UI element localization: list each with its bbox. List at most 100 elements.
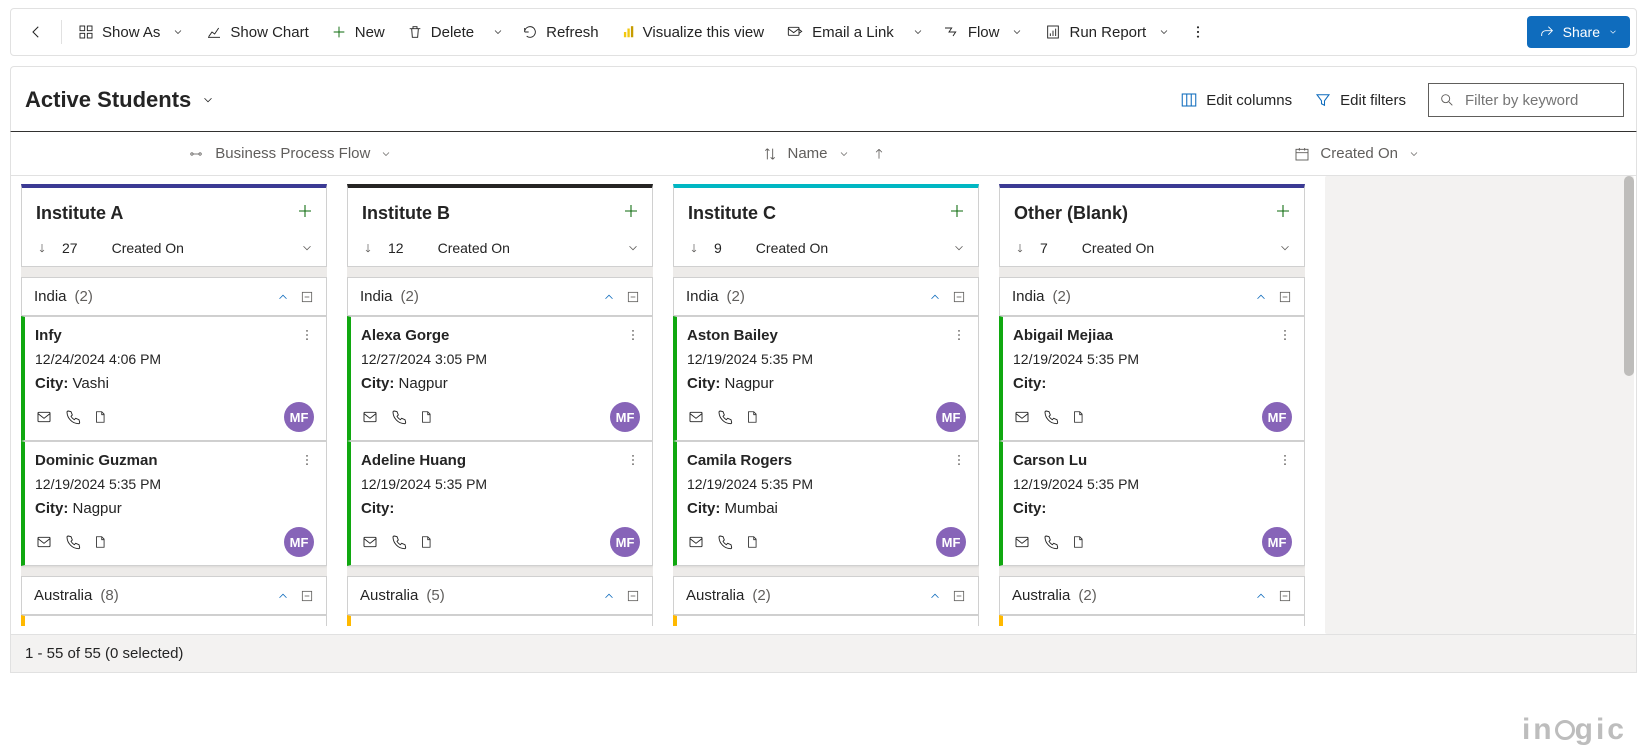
collapse-box-icon[interactable] — [626, 589, 640, 603]
chevron-up-icon[interactable] — [276, 589, 290, 603]
filter-input[interactable] — [1465, 92, 1613, 109]
createdon-column[interactable]: Created On — [1090, 145, 1624, 162]
collapse-box-icon[interactable] — [300, 290, 314, 304]
kanban-card[interactable]: Aston Bailey 12/19/2024 5:35 PM City: Na… — [673, 316, 979, 441]
group-header[interactable]: India (2) — [673, 277, 979, 316]
document-icon[interactable] — [745, 409, 759, 425]
edit-filters-button[interactable]: Edit filters — [1314, 91, 1406, 109]
collapse-box-icon[interactable] — [1278, 589, 1292, 603]
phone-icon[interactable] — [391, 409, 407, 425]
edit-columns-button[interactable]: Edit columns — [1180, 91, 1292, 109]
collapse-box-icon[interactable] — [1278, 290, 1292, 304]
card-more-button[interactable] — [626, 452, 640, 472]
card-more-button[interactable] — [1278, 327, 1292, 347]
kanban-card[interactable]: Dominic Guzman 12/19/2024 5:35 PM City: … — [21, 441, 327, 566]
mail-icon[interactable] — [361, 409, 379, 425]
back-button[interactable] — [17, 14, 55, 50]
kanban-card[interactable]: Alexa Gorge 12/27/2024 3:05 PM City: Nag… — [347, 316, 653, 441]
kanban-card[interactable]: Adeline Huang 12/19/2024 5:35 PM City: M… — [347, 441, 653, 566]
kanban-card[interactable]: Camila Rogers 12/19/2024 5:35 PM City: M… — [673, 441, 979, 566]
group-header[interactable]: India (2) — [21, 277, 327, 316]
owner-avatar[interactable]: MF — [610, 402, 640, 432]
kanban-card[interactable]: Camila Silvai — [999, 615, 1305, 626]
chevron-up-icon[interactable] — [602, 290, 616, 304]
phone-icon[interactable] — [1043, 409, 1059, 425]
lane-sort-field[interactable]: Created On — [1082, 240, 1154, 256]
group-header[interactable]: Australia (5) — [347, 576, 653, 615]
card-more-button[interactable] — [300, 452, 314, 472]
document-icon[interactable] — [1071, 409, 1085, 425]
email-link-split-button[interactable] — [906, 14, 930, 50]
collapse-box-icon[interactable] — [626, 290, 640, 304]
group-header[interactable]: Australia (2) — [673, 576, 979, 615]
mail-icon[interactable] — [687, 534, 705, 550]
mail-icon[interactable] — [361, 534, 379, 550]
show-as-button[interactable]: Show As — [68, 14, 194, 50]
phone-icon[interactable] — [717, 409, 733, 425]
card-more-button[interactable] — [952, 452, 966, 472]
chevron-down-icon[interactable] — [952, 241, 966, 255]
email-link-button[interactable]: Email a Link — [776, 14, 904, 50]
document-icon[interactable] — [93, 534, 107, 550]
owner-avatar[interactable]: MF — [1262, 527, 1292, 557]
owner-avatar[interactable]: MF — [1262, 402, 1292, 432]
more-commands-button[interactable] — [1182, 14, 1214, 50]
owner-avatar[interactable]: MF — [284, 527, 314, 557]
phone-icon[interactable] — [717, 534, 733, 550]
delete-split-button[interactable] — [486, 14, 510, 50]
mail-icon[interactable] — [35, 534, 53, 550]
flow-button[interactable]: Flow — [932, 14, 1034, 50]
document-icon[interactable] — [419, 409, 433, 425]
add-card-button[interactable] — [296, 200, 314, 226]
phone-icon[interactable] — [65, 534, 81, 550]
lane-sort-field[interactable]: Created On — [112, 240, 184, 256]
mail-icon[interactable] — [35, 409, 53, 425]
group-header[interactable]: India (2) — [999, 277, 1305, 316]
card-more-button[interactable] — [1278, 452, 1292, 472]
kanban-card[interactable]: Adam Dang — [673, 615, 979, 626]
chevron-down-icon[interactable] — [300, 241, 314, 255]
document-icon[interactable] — [745, 534, 759, 550]
filter-box[interactable] — [1428, 83, 1624, 117]
chevron-up-icon[interactable] — [602, 589, 616, 603]
kanban-card[interactable]: Infy 12/24/2024 4:06 PM City: Vashi MF — [21, 316, 327, 441]
card-more-button[interactable] — [626, 327, 640, 347]
phone-icon[interactable] — [65, 409, 81, 425]
bpf-column[interactable]: Business Process Flow — [23, 145, 557, 162]
lane-sort-field[interactable]: Created On — [756, 240, 828, 256]
document-icon[interactable] — [93, 409, 107, 425]
visualize-button[interactable]: Visualize this view — [611, 14, 774, 50]
collapse-box-icon[interactable] — [300, 589, 314, 603]
phone-icon[interactable] — [391, 534, 407, 550]
card-more-button[interactable] — [952, 327, 966, 347]
group-header[interactable]: India (2) — [347, 277, 653, 316]
view-selector[interactable]: Active Students — [25, 87, 215, 113]
card-more-button[interactable] — [300, 327, 314, 347]
owner-avatar[interactable]: MF — [936, 527, 966, 557]
phone-icon[interactable] — [1043, 534, 1059, 550]
kanban-card[interactable]: Carson Lu 12/19/2024 5:35 PM City: MF — [999, 441, 1305, 566]
share-button[interactable]: Share — [1527, 16, 1630, 48]
chevron-up-icon[interactable] — [276, 290, 290, 304]
chevron-up-icon[interactable] — [1254, 589, 1268, 603]
chevron-up-icon[interactable] — [1254, 290, 1268, 304]
chevron-up-icon[interactable] — [928, 290, 942, 304]
group-header[interactable]: Australia (8) — [21, 576, 327, 615]
collapse-box-icon[interactable] — [952, 589, 966, 603]
chevron-down-icon[interactable] — [626, 241, 640, 255]
new-button[interactable]: New — [321, 14, 395, 50]
name-column[interactable]: Name — [557, 145, 1091, 162]
lane-sort-field[interactable]: Created On — [438, 240, 510, 256]
owner-avatar[interactable]: MF — [610, 527, 640, 557]
kanban-card[interactable]: Abigail Mejiaa 12/19/2024 5:35 PM City: … — [999, 316, 1305, 441]
mail-icon[interactable] — [687, 409, 705, 425]
refresh-button[interactable]: Refresh — [512, 14, 609, 50]
owner-avatar[interactable]: MF — [936, 402, 966, 432]
group-header[interactable]: Australia (2) — [999, 576, 1305, 615]
mail-icon[interactable] — [1013, 534, 1031, 550]
scrollbar[interactable] — [1624, 176, 1634, 376]
chevron-up-icon[interactable] — [928, 589, 942, 603]
collapse-box-icon[interactable] — [952, 290, 966, 304]
kanban-card[interactable]: Eli Jones — [21, 615, 327, 626]
document-icon[interactable] — [1071, 534, 1085, 550]
